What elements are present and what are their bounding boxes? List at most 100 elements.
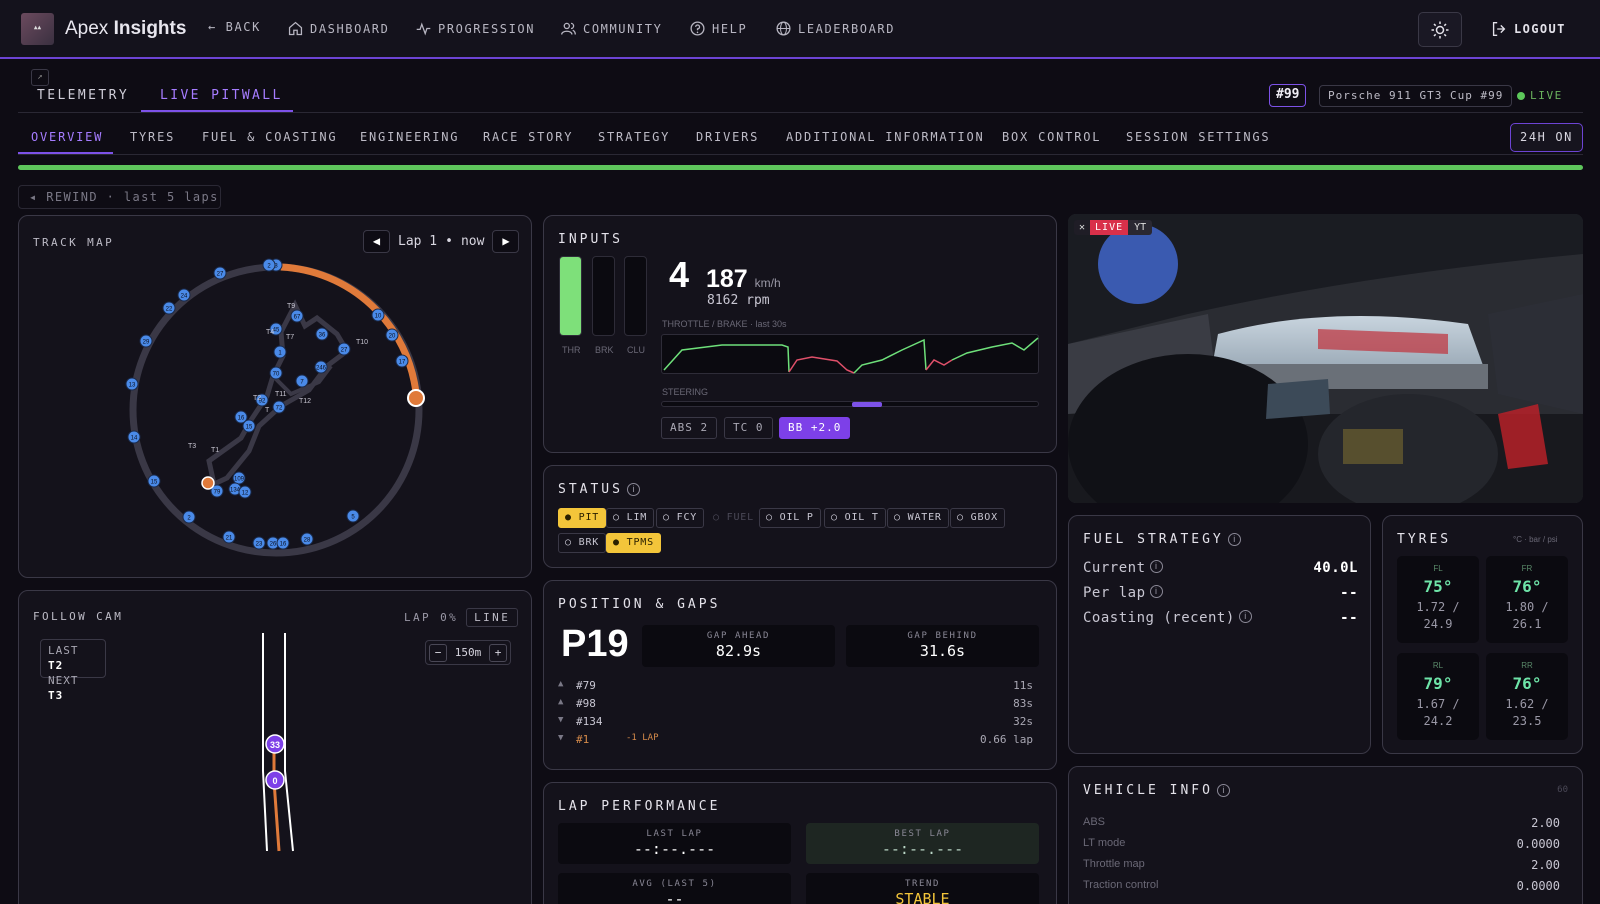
tab-session-settings[interactable]: SESSION SETTINGS <box>1126 130 1270 144</box>
logout-button[interactable]: LOGOUT <box>1490 20 1566 38</box>
home-icon <box>288 21 303 36</box>
fuel-strategy-panel: FUEL STRATEGY i Current i 40.0L Per lap i -- … <box>1068 515 1371 754</box>
info-icon[interactable]: i <box>1238 610 1252 623</box>
track-marker-label: 24 <box>181 294 188 300</box>
live-dot-icon <box>1517 91 1525 100</box>
youtube-button[interactable]: YT <box>1128 220 1153 235</box>
nav-help[interactable]: HELP <box>689 20 747 37</box>
tyre-rr[interactable]: RR 76° 1.62 /23.5 <box>1486 653 1568 740</box>
tab-telemetry[interactable]: TELEMETRY <box>37 88 129 103</box>
track-marker-label: 16 <box>280 542 287 548</box>
follow-cam-panel: FOLLOW CAM LAP 0% LINE LAST T2 NEXT T3 −… <box>18 590 532 904</box>
brake-bias-chip[interactable]: BB +2.0 <box>779 417 851 439</box>
abs-chip[interactable]: ABS 2 <box>661 417 718 439</box>
app-logo[interactable]: ▲▲ <box>21 13 54 45</box>
tab-live-pitwall[interactable]: LIVE PITWALL <box>160 88 283 103</box>
theme-toggle-button[interactable] <box>1418 12 1462 47</box>
top-navbar: ▲▲ Apex Insights ← BACK DASHBOARD PROGRE… <box>0 0 1600 59</box>
track-marker-label: 15 <box>151 480 158 486</box>
tab-box-control[interactable]: BOX CONTROL <box>1002 130 1101 144</box>
trace-label: THROTTLE / BRAKE · last 30s <box>662 319 787 329</box>
tab-race-story[interactable]: RACE STORY <box>483 130 573 144</box>
live-badge: LIVE <box>1090 220 1129 235</box>
status-chip: ● TPMS <box>606 533 661 553</box>
vehicle-row: Throttle map 2.00 <box>1083 858 1560 872</box>
panel-title: VEHICLE INFO i <box>1083 783 1230 798</box>
status-panel: STATUS i ● PIT ○ LIM ○ FCY ○ FUEL ○ OIL P ○ OI… <box>543 465 1057 568</box>
info-icon[interactable]: i <box>1149 585 1163 598</box>
car-number-badge: #99 <box>1269 84 1307 107</box>
tyre-rl[interactable]: RL 79° 1.67 /24.2 <box>1397 653 1479 740</box>
steering-label: STEERING <box>662 387 709 397</box>
nav-leaderboard[interactable]: LEADERBOARD <box>775 20 895 37</box>
nav-progression[interactable]: PROGRESSION <box>415 20 535 37</box>
onboard-video[interactable]: ✕ LIVE YT <box>1068 214 1583 503</box>
track-marker-label: 12 <box>242 491 249 497</box>
info-icon[interactable]: i <box>1227 533 1241 546</box>
app-name[interactable]: Apex Insights <box>65 18 186 40</box>
tab-overview[interactable]: OVERVIEW <box>31 130 103 144</box>
status-chip: ○ WATER <box>887 508 949 528</box>
track-marker-label: 246 <box>316 366 327 372</box>
logout-icon <box>1492 22 1506 36</box>
track-marker-label: 15 <box>246 425 253 431</box>
car-position-marker[interactable] <box>201 476 215 490</box>
turn-label: T10 <box>356 339 368 346</box>
video-badges: ✕ LIVE YT <box>1074 220 1153 235</box>
globe-icon <box>776 21 791 36</box>
throttle-brake-trace <box>661 334 1039 374</box>
panel-title: LAP PERFORMANCE <box>558 799 721 814</box>
nav-back[interactable]: ← BACK <box>208 20 261 34</box>
info-icon[interactable]: i <box>1149 560 1163 573</box>
external-link-icon[interactable]: ↗ <box>31 69 49 86</box>
rewind-button[interactable]: ◂ REWIND · last 5 laps <box>18 185 221 209</box>
clutch-bar <box>624 256 647 336</box>
bar-label: BRK <box>595 345 614 355</box>
gap-row: ▲ #98 83s <box>558 697 1033 710</box>
tab-additional-information[interactable]: ADDITIONAL INFORMATION <box>786 130 985 144</box>
gap-ahead-box: GAP AHEAD 82.9s <box>642 625 835 667</box>
panel-title: FUEL STRATEGY i <box>1083 532 1241 547</box>
tab-engineering[interactable]: ENGINEERING <box>360 130 459 144</box>
track-marker-label: 26 <box>270 542 277 548</box>
position-gaps-panel: POSITION & GAPS P19 GAP AHEAD 82.9s GAP B… <box>543 580 1057 770</box>
info-icon[interactable]: i <box>626 483 640 496</box>
tab-drivers[interactable]: DRIVERS <box>696 130 759 144</box>
panel-title: POSITION & GAPS <box>558 597 721 612</box>
vehicle-info-count: 60 <box>1557 785 1568 795</box>
tyre-fr[interactable]: FR 76° 1.80 /26.1 <box>1486 556 1568 643</box>
steering-bar <box>661 401 1039 407</box>
gap-behind-box: GAP BEHIND 31.6s <box>846 625 1039 667</box>
svg-text:33: 33 <box>270 740 280 750</box>
rpm-value: 8162 rpm <box>707 293 770 308</box>
info-icon[interactable]: i <box>1216 784 1230 797</box>
tc-chip[interactable]: TC 0 <box>724 417 773 439</box>
tab-fuel-coasting[interactable]: FUEL & COASTING <box>202 130 337 144</box>
track-marker-label: 29 <box>143 340 150 346</box>
tab-tyres[interactable]: TYRES <box>130 130 175 144</box>
inputs-panel: INPUTS THR BRK CLU 4 187 km/h 8162 rpm T… <box>543 215 1057 453</box>
follow-cam-view[interactable]: 33 0 <box>19 591 533 891</box>
status-chip: ○ FCY <box>656 508 705 528</box>
car-position-marker[interactable] <box>407 389 425 407</box>
track-marker-label: 22 <box>166 307 173 313</box>
track-marker-label: 72 <box>276 406 283 412</box>
tyre-fl[interactable]: FL 75° 1.72 /24.9 <box>1397 556 1479 643</box>
cockpit-video-frame <box>1068 214 1583 503</box>
users-icon <box>561 22 576 35</box>
close-icon[interactable]: ✕ <box>1074 220 1091 235</box>
bar-label: CLU <box>627 345 646 355</box>
track-marker-label: 28 <box>304 538 311 544</box>
status-chip: ○ BRK <box>558 533 607 553</box>
nav-dashboard[interactable]: DASHBOARD <box>287 20 389 37</box>
nav-community[interactable]: COMMUNITY <box>560 20 662 37</box>
track-map-canvas[interactable]: 32724222913141522123 26 162851720104567136… <box>19 216 533 579</box>
tab-strategy[interactable]: STRATEGY <box>598 130 670 144</box>
24h-toggle-button[interactable]: 24H ON <box>1510 123 1583 152</box>
race-position: P19 <box>561 623 629 665</box>
track-marker-label: 13 <box>129 383 136 389</box>
track-marker-label: 20 <box>389 334 396 340</box>
track-marker-label: 70 <box>273 372 280 378</box>
lap-performance-panel: LAP PERFORMANCE LAST LAP --:--.--- BEST L… <box>543 782 1057 904</box>
svg-text:0: 0 <box>272 776 277 786</box>
